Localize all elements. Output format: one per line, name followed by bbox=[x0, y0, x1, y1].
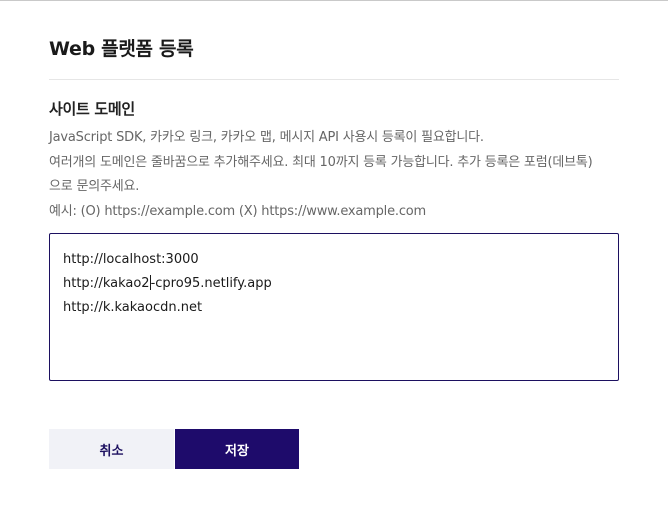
domain-text-before-caret: http://kakao2 bbox=[63, 276, 150, 291]
dialog-title: Web 플랫폼 등록 bbox=[49, 38, 194, 60]
domain-line: http://localhost:3000 bbox=[63, 252, 199, 267]
domain-line: http://k.kakaocdn.net bbox=[63, 300, 203, 315]
site-domain-description-2: 여러개의 도메인은 줄바꿈으로 추가해주세요. 최대 10까지 등록 가능합니다… bbox=[49, 155, 593, 170]
site-domain-description-3: 으로 문의주세요. bbox=[49, 179, 140, 194]
site-domain-example: 예시: (O) https://example.com (X) https://… bbox=[49, 204, 426, 219]
domain-text-after-caret: -cpro95.netlify.app bbox=[150, 276, 272, 291]
site-domain-description-1: JavaScript SDK, 카카오 링크, 카카오 맵, 메시지 API 사… bbox=[49, 130, 484, 145]
site-domain-textarea[interactable]: http://localhost:3000 http://kakao2-cpro… bbox=[49, 233, 619, 381]
web-platform-dialog: Web 플랫폼 등록 사이트 도메인 JavaScript SDK, 카카오 링… bbox=[0, 0, 668, 515]
site-domain-heading: 사이트 도메인 bbox=[49, 100, 135, 118]
cancel-button[interactable]: 취소 bbox=[49, 429, 174, 469]
title-divider bbox=[49, 79, 619, 80]
save-button[interactable]: 저장 bbox=[175, 429, 299, 469]
domain-line-with-caret: http://kakao2-cpro95.netlify.app bbox=[63, 272, 605, 296]
